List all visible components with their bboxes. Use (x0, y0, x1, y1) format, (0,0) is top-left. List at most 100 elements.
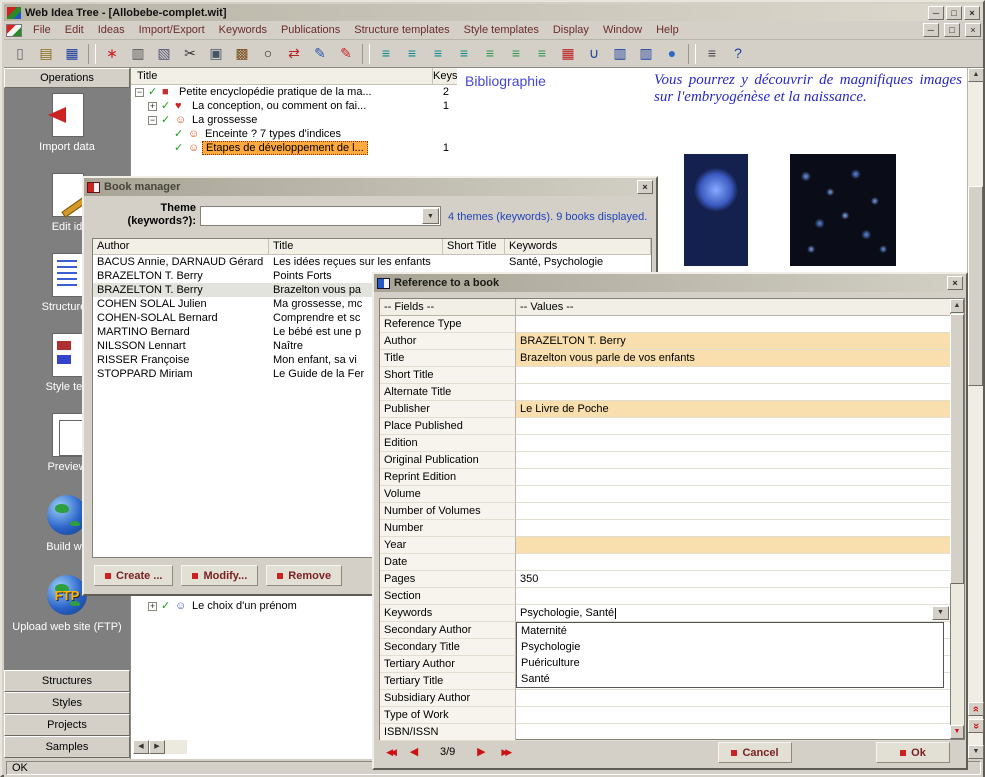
field-name[interactable]: Original Publication (380, 452, 516, 469)
menu-file[interactable]: File (26, 22, 58, 38)
field-value[interactable] (516, 690, 950, 707)
field-value[interactable] (516, 724, 950, 741)
mdi-restore-icon[interactable]: □ (944, 23, 960, 37)
field-row[interactable]: Edition (380, 435, 964, 452)
field-name[interactable]: Alternate Title (380, 384, 516, 401)
panel-button-structures[interactable]: Structures (4, 670, 130, 692)
menu-structure-templates[interactable]: Structure templates (347, 22, 456, 38)
field-row[interactable]: Subsidiary Author (380, 690, 964, 707)
field-value[interactable] (516, 384, 950, 401)
reference-titlebar[interactable]: Reference to a book × (374, 274, 966, 292)
column-header-short-title[interactable]: Short Title (443, 239, 505, 254)
field-value[interactable] (516, 520, 950, 537)
field-row[interactable]: Type of Work (380, 707, 964, 724)
menu-display[interactable]: Display (546, 22, 596, 38)
field-name[interactable]: Number (380, 520, 516, 537)
tree-item-label[interactable]: La grossesse (189, 114, 260, 126)
find-replace-icon[interactable]: ⇄ (282, 43, 306, 65)
close-icon[interactable]: × (637, 180, 653, 194)
field-name[interactable]: Type of Work (380, 707, 516, 724)
field-name[interactable]: Year (380, 537, 516, 554)
scroll-down-icon[interactable]: ▼ (968, 745, 984, 759)
outdent-icon[interactable]: ≡ (374, 43, 398, 65)
column-header-title[interactable]: Title (269, 239, 443, 254)
field-row[interactable]: Reprint Edition (380, 469, 964, 486)
tree-row[interactable]: ✓☺Enceinte ? 7 types d'indices (131, 127, 457, 141)
field-name[interactable]: Date (380, 554, 516, 571)
column-header-keywords[interactable]: Keywords (505, 239, 651, 254)
menu-help[interactable]: Help (649, 22, 686, 38)
field-name[interactable]: Reference Type (380, 316, 516, 333)
copy-icon[interactable]: ▣ (204, 43, 228, 65)
collapse-icon[interactable]: − (148, 116, 157, 125)
book-manager-titlebar[interactable]: Book manager × (84, 178, 656, 196)
field-name[interactable]: ISBN/ISSN (380, 724, 516, 741)
field-name[interactable]: Title (380, 350, 516, 367)
field-name[interactable]: Publisher (380, 401, 516, 418)
previous-record-button[interactable]: ◀ (402, 744, 426, 760)
scroll-thumb[interactable] (968, 186, 983, 386)
ok-button[interactable]: Ok (876, 742, 950, 763)
move-down-icon[interactable]: ≡ (452, 43, 476, 65)
field-value[interactable] (516, 588, 950, 605)
field-row[interactable]: Alternate Title (380, 384, 964, 401)
close-icon[interactable]: × (964, 6, 980, 20)
field-value[interactable] (516, 316, 950, 333)
book-row[interactable]: BACUS Annie, DARNAUD GérardLes idées reç… (93, 255, 651, 269)
theme-combobox[interactable]: ▼ (200, 206, 441, 226)
field-name[interactable]: Reprint Edition (380, 469, 516, 486)
mdi-close-icon[interactable]: × (965, 23, 981, 37)
import-file-icon[interactable]: ▤ (34, 43, 58, 65)
field-value[interactable] (516, 367, 950, 384)
modify-button[interactable]: Modify... (181, 565, 258, 586)
reference-scrollbar[interactable]: ▲ ▼ (950, 299, 964, 739)
tree-horizontal-scrollbar[interactable]: ◀ ▶ (133, 740, 187, 754)
maximize-icon[interactable]: □ (946, 6, 962, 20)
field-row[interactable]: PublisherLe Livre de Poche (380, 401, 964, 418)
sidebar-item-import-data[interactable]: Import data (4, 88, 130, 168)
tree-row[interactable]: ✓☺Etapes de développement de l...1 (131, 141, 457, 155)
field-name[interactable]: Secondary Title (380, 639, 516, 656)
field-row[interactable]: AuthorBRAZELTON T. Berry (380, 333, 964, 350)
field-name[interactable]: Volume (380, 486, 516, 503)
field-name[interactable]: Number of Volumes (380, 503, 516, 520)
list-view-icon[interactable]: ≡ (700, 43, 724, 65)
field-row[interactable]: Reference Type (380, 316, 964, 333)
panel-button-styles[interactable]: Styles (4, 692, 130, 714)
field-value[interactable] (516, 707, 950, 724)
field-name[interactable]: Pages (380, 571, 516, 588)
field-row[interactable]: Short Title (380, 367, 964, 384)
page-up-icon[interactable]: » (968, 702, 984, 716)
tree-item-label[interactable]: Le choix d'un prénom (189, 600, 300, 612)
field-value[interactable] (516, 503, 950, 520)
field-row[interactable]: ISBN/ISSN (380, 724, 964, 741)
field-value[interactable]: Psychologie, Santé▼ (516, 605, 950, 622)
tree-column-title[interactable]: Title (131, 68, 433, 84)
paste-icon[interactable]: ▩ (230, 43, 254, 65)
close-icon[interactable]: × (947, 276, 963, 290)
keyword-option[interactable]: Santé (517, 671, 943, 687)
sort-list-icon[interactable]: ≡ (478, 43, 502, 65)
edit-pencil-icon[interactable]: ✎ (308, 43, 332, 65)
menu-window[interactable]: Window (596, 22, 649, 38)
save-icon[interactable]: ▦ (60, 43, 84, 65)
field-row[interactable]: Original Publication (380, 452, 964, 469)
scroll-up-icon[interactable]: ▲ (950, 299, 964, 313)
field-row[interactable]: Pages350 (380, 571, 964, 588)
field-name[interactable]: Author (380, 333, 516, 350)
menu-import-export[interactable]: Import/Export (132, 22, 212, 38)
print-icon[interactable]: ▥ (126, 43, 150, 65)
field-name[interactable]: Place Published (380, 418, 516, 435)
menu-publications[interactable]: Publications (274, 22, 347, 38)
annotate-pencil-icon[interactable]: ✎ (334, 43, 358, 65)
field-name[interactable]: Short Title (380, 367, 516, 384)
scroll-left-icon[interactable]: ◀ (133, 740, 149, 754)
chevron-down-icon[interactable]: ▼ (422, 208, 439, 224)
indent-icon[interactable]: ≡ (400, 43, 424, 65)
scroll-right-icon[interactable]: ▶ (149, 740, 165, 754)
field-name[interactable]: Secondary Author (380, 622, 516, 639)
field-row[interactable]: Section (380, 588, 964, 605)
field-name[interactable]: Tertiary Author (380, 656, 516, 673)
expand-icon[interactable]: + (148, 102, 157, 111)
field-value[interactable] (516, 486, 950, 503)
